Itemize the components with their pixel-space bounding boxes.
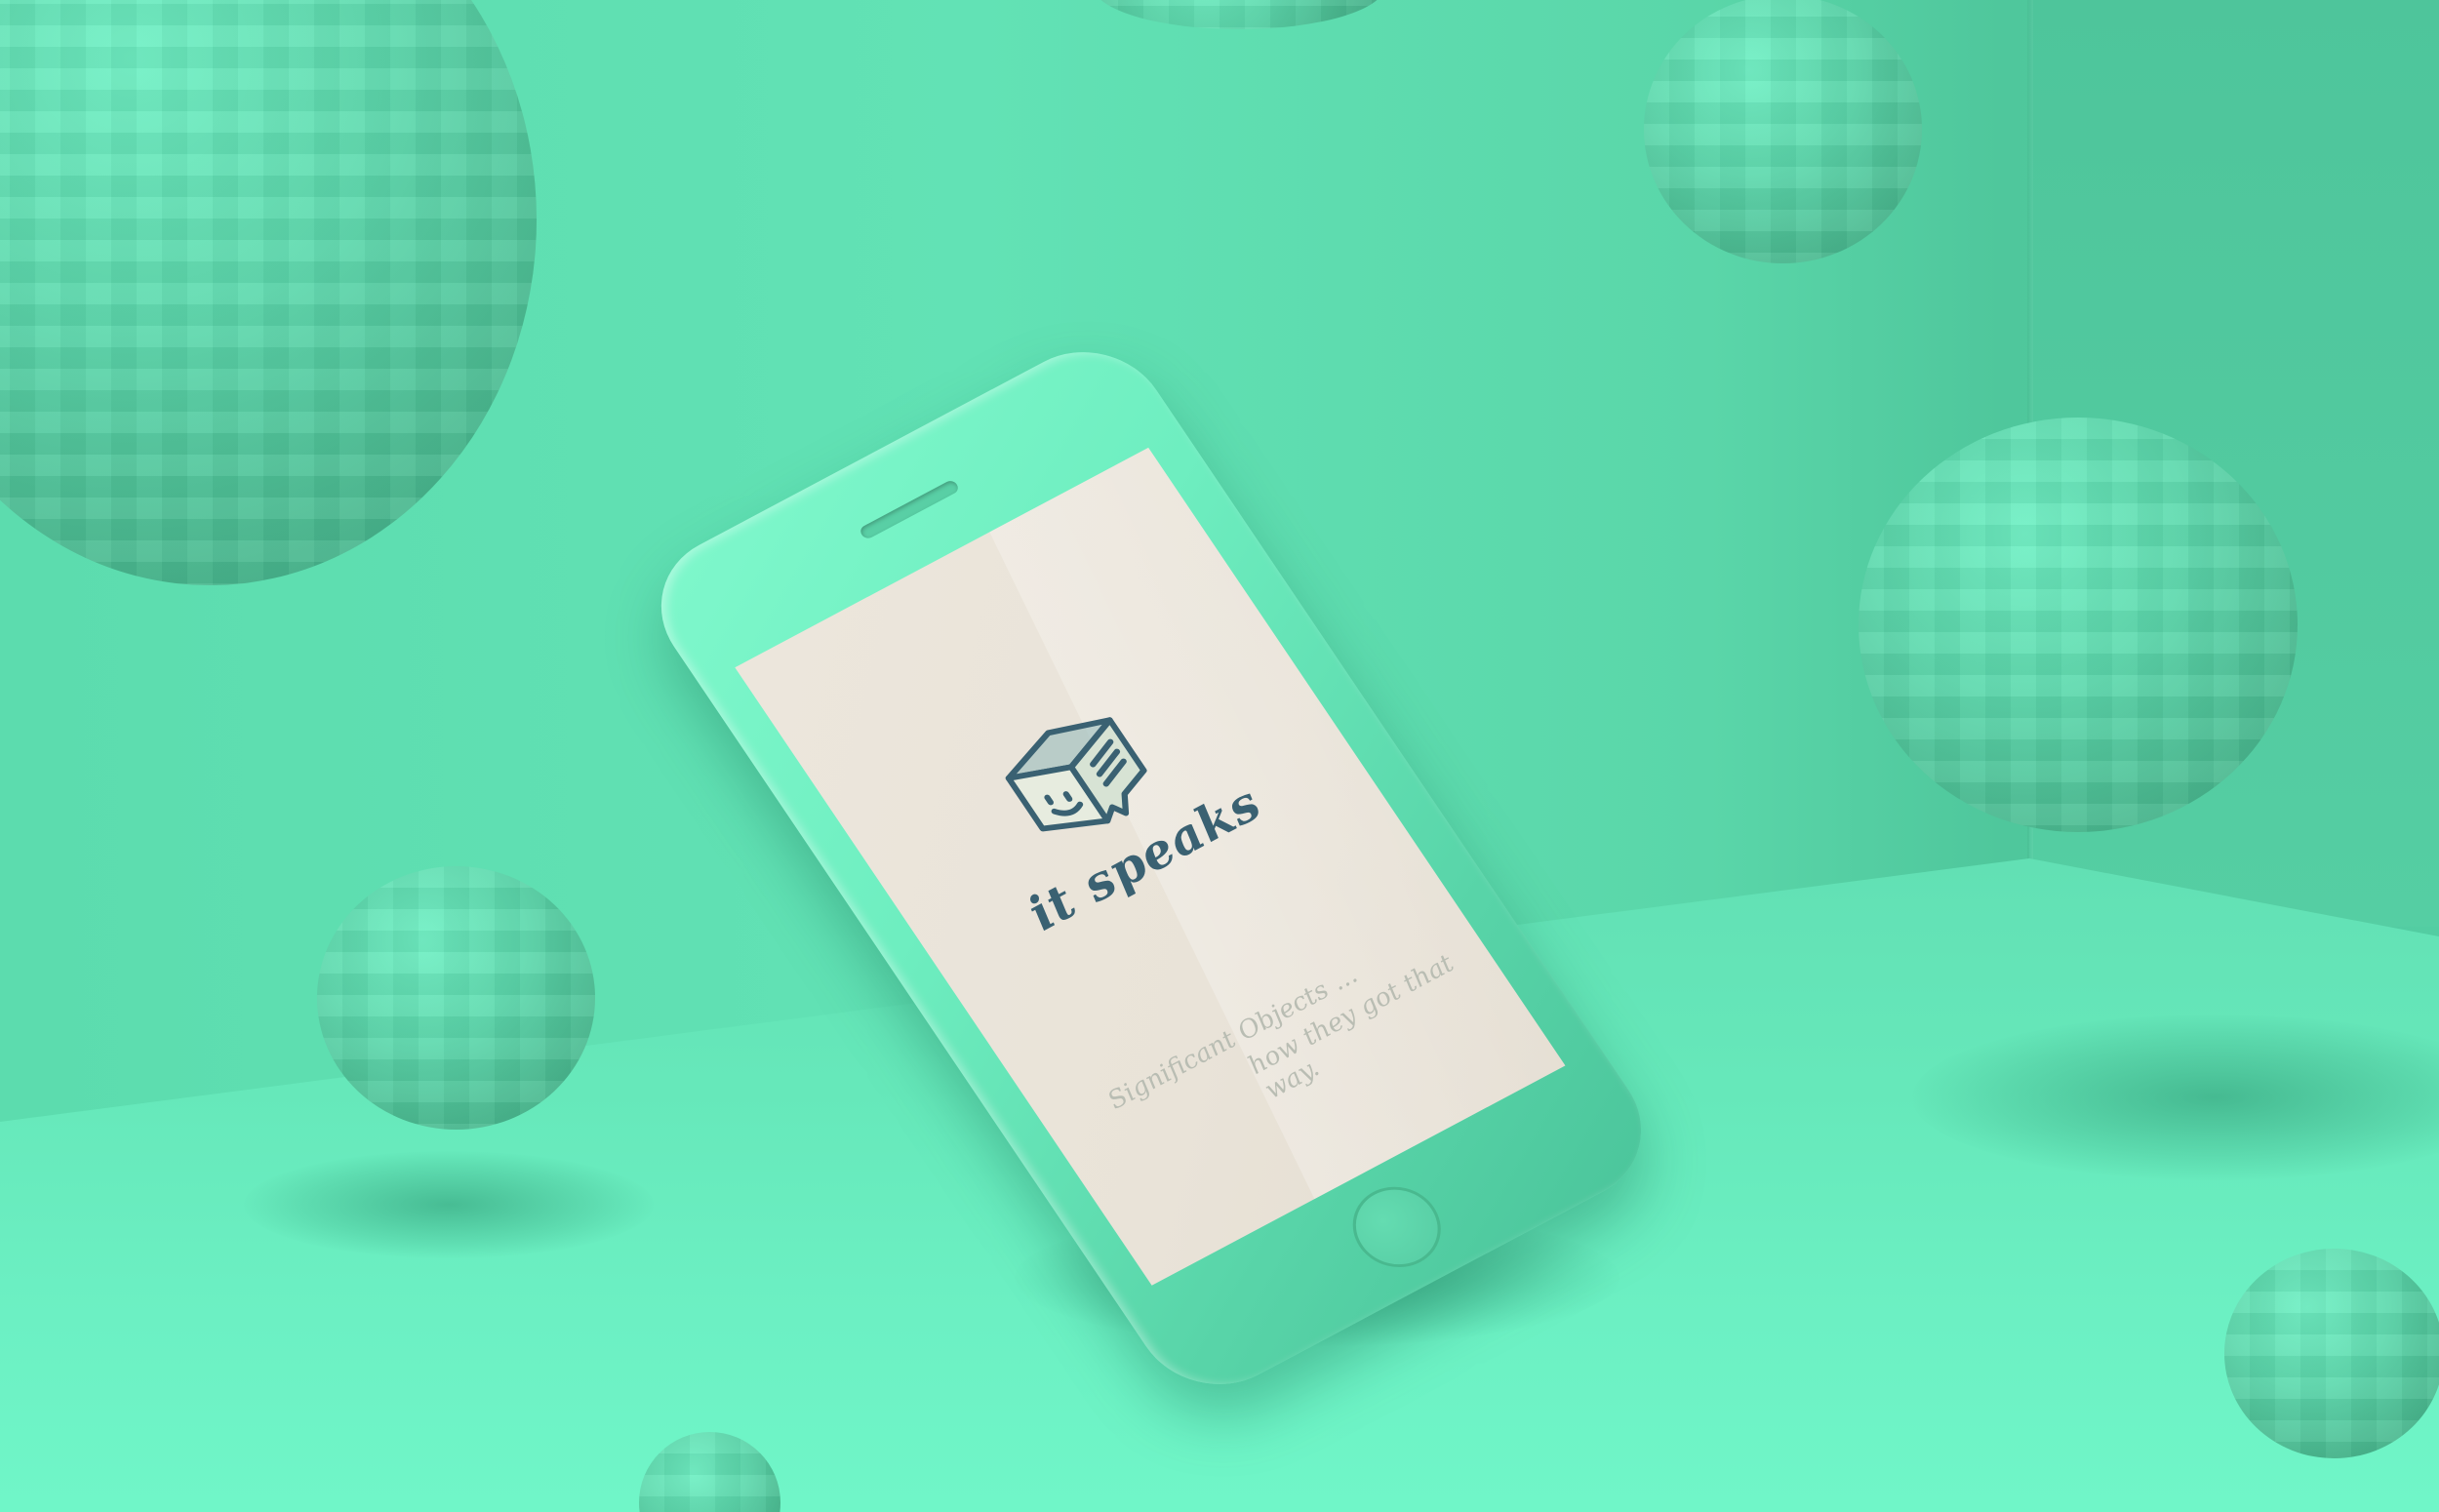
home-button[interactable] (1336, 1172, 1458, 1282)
sphere-right (1859, 418, 2298, 832)
sphere-shadow (244, 1151, 654, 1258)
sphere-top-right (1644, 0, 1922, 263)
speaker-slot (858, 478, 961, 541)
sphere-bottom-right (2224, 1249, 2439, 1458)
phone-device: it speaks Significant Objects ... how th… (630, 325, 1672, 1412)
sphere-left (317, 866, 595, 1130)
phone-wrapper: it speaks Significant Objects ... how th… (630, 312, 1672, 1412)
mockup-scene: it speaks Significant Objects ... how th… (0, 0, 2439, 1512)
phone-screen[interactable]: it speaks Significant Objects ... how th… (735, 447, 1566, 1286)
